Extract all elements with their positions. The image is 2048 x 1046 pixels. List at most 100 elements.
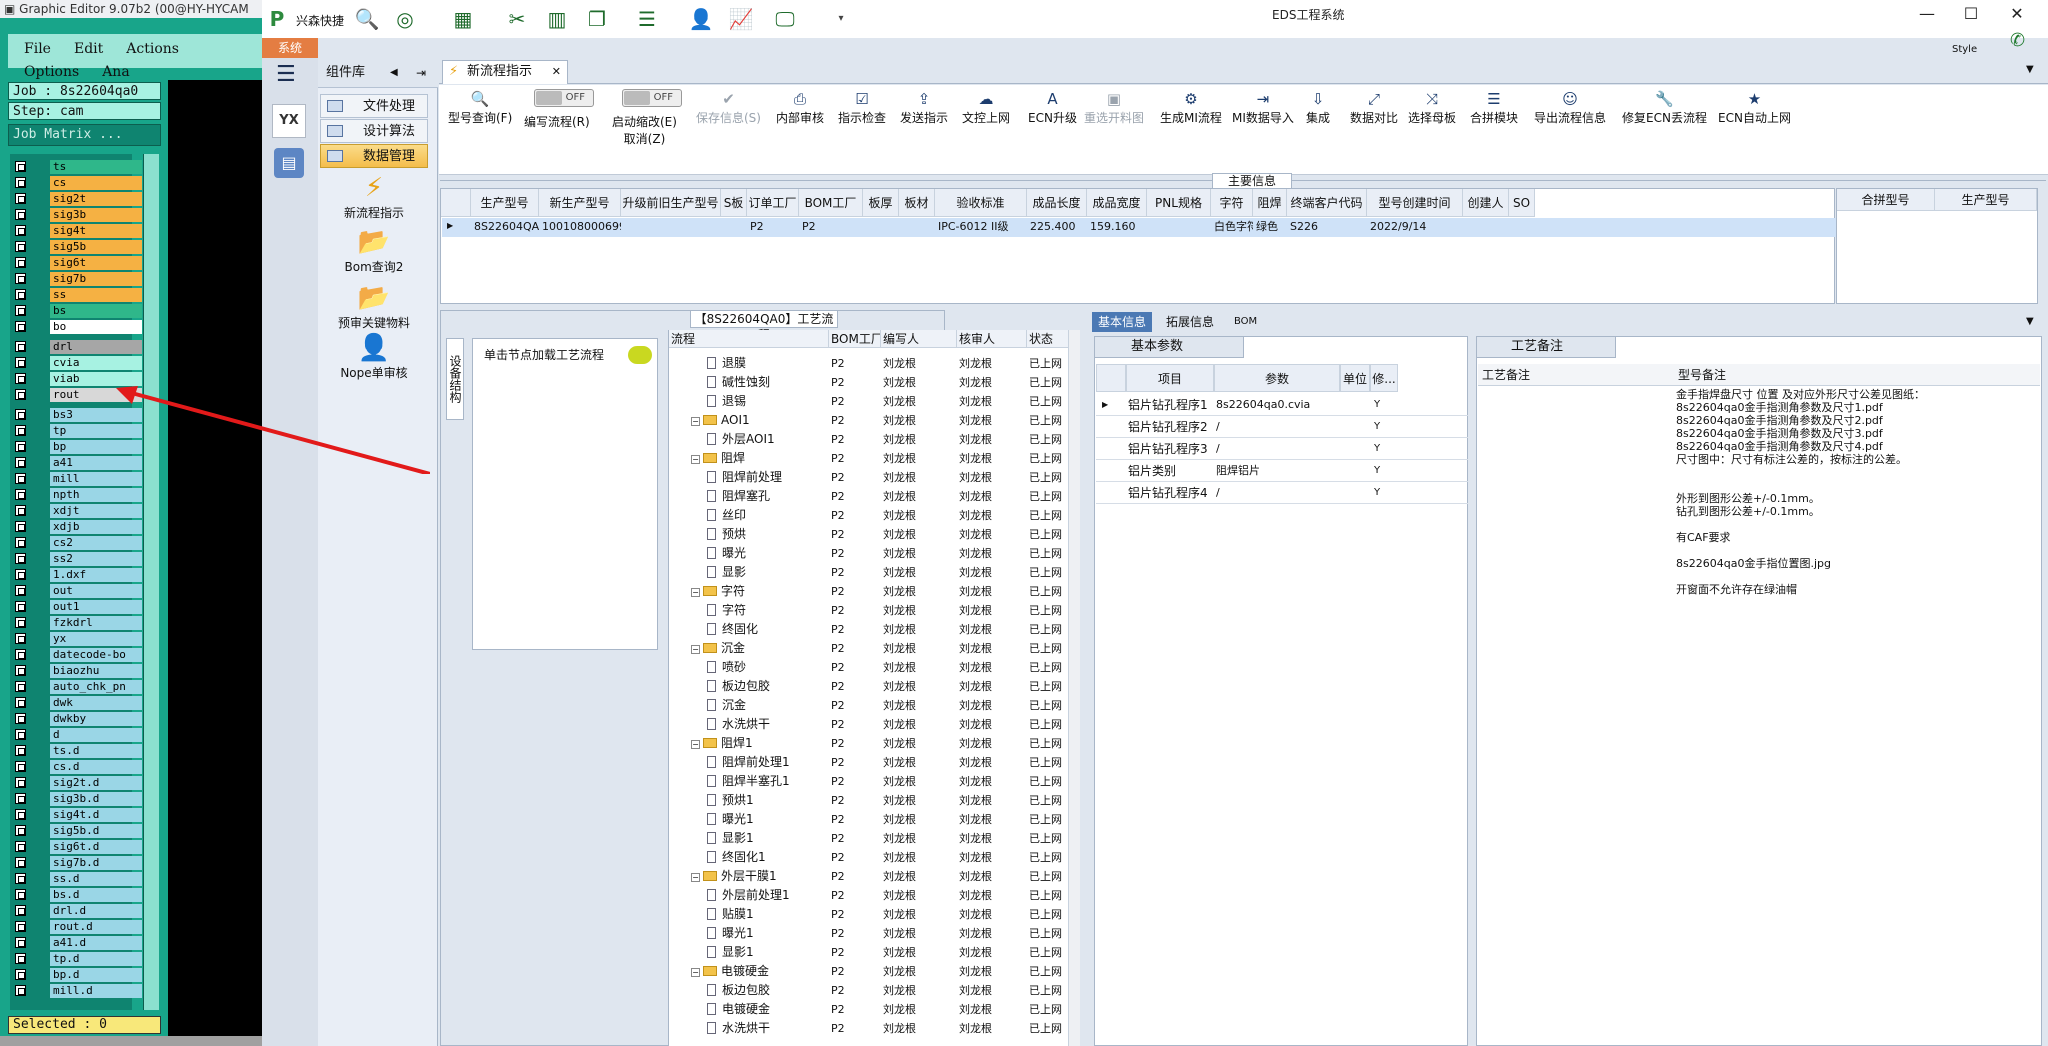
collapse-icon[interactable]: − [691, 588, 700, 597]
job-matrix-button[interactable]: Job Matrix ... [8, 124, 161, 146]
sidebar-big-item[interactable]: 📂 Bom查询2 [320, 226, 428, 275]
layer-row[interactable]: yx [13, 632, 142, 646]
layer-checkbox[interactable] [15, 905, 26, 916]
hamburger-icon[interactable]: ☰ [276, 62, 296, 87]
layer-row[interactable]: a41.d [13, 936, 142, 950]
compare-button[interactable]: ⤢ 数据对比 [1350, 89, 1398, 136]
panel-splitter[interactable] [1468, 336, 1476, 1046]
calculator-icon[interactable]: ▤ [274, 148, 304, 178]
tree-node[interactable]: 退膜 P2 刘龙根 刘龙根 已上网 [669, 354, 1062, 373]
layer-checkbox[interactable] [15, 389, 26, 400]
film-icon[interactable]: ▥ [544, 6, 570, 32]
layer-checkbox[interactable] [15, 729, 26, 740]
layer-row[interactable]: dwk [13, 696, 142, 710]
monitor-icon[interactable]: 🖵 [772, 6, 798, 32]
collapse-icon[interactable]: − [691, 455, 700, 464]
tree-node[interactable]: 曝光1 P2 刘龙根 刘龙根 已上网 [669, 924, 1062, 943]
layer-row[interactable]: cs [13, 176, 142, 190]
tree-node[interactable]: 曝光 P2 刘龙根 刘龙根 已上网 [669, 544, 1062, 563]
close-icon[interactable]: ✕ [2002, 4, 2032, 26]
tab-close-icon[interactable]: ✕ [552, 61, 561, 83]
layer-row[interactable]: ss.d [13, 872, 142, 886]
layer-row[interactable]: sig7b [13, 272, 142, 286]
tree-node[interactable]: 外层前处理1 P2 刘龙根 刘龙根 已上网 [669, 886, 1062, 905]
menu-edit[interactable]: Edit [58, 34, 110, 57]
search-icon[interactable]: 🔍 [354, 6, 380, 32]
layer-row[interactable]: ts [13, 160, 142, 174]
layer-row[interactable]: ss [13, 288, 142, 302]
layer-checkbox[interactable] [15, 889, 26, 900]
layer-row[interactable]: mill.d [13, 984, 142, 998]
maximize-icon[interactable]: ☐ [1956, 4, 1986, 26]
layer-checkbox[interactable] [15, 633, 26, 644]
tree-node[interactable]: 预烘 P2 刘龙根 刘龙根 已上网 [669, 525, 1062, 544]
layer-row[interactable]: dwkby [13, 712, 142, 726]
sidebar-item-data[interactable]: 数据管理 [320, 144, 428, 168]
download-button[interactable]: ⇩ 集成 [1306, 89, 1330, 136]
print-button[interactable]: ⎙ 内部审核 [776, 89, 824, 136]
layer-row[interactable]: sig4t.d [13, 808, 142, 822]
tree-node[interactable]: 阻焊半塞孔1 P2 刘龙根 刘龙根 已上网 [669, 772, 1062, 791]
toggle-switch[interactable]: OFF [622, 89, 682, 107]
sidebar-item-file[interactable]: 文件处理 [320, 94, 428, 118]
shuffle-button[interactable]: ⤨ 选择母板 [1408, 89, 1456, 136]
layer-checkbox[interactable] [15, 321, 26, 332]
layer-checkbox[interactable] [15, 537, 26, 548]
layer-checkbox[interactable] [15, 473, 26, 484]
layer-row[interactable]: cvia [13, 356, 142, 370]
layer-checkbox[interactable] [15, 441, 26, 452]
layer-checkbox[interactable] [15, 209, 26, 220]
checklist-button[interactable]: ☑ 指示检查 [838, 89, 886, 136]
info-dropdown-icon[interactable]: ▼ [2026, 316, 2034, 327]
wrench-button[interactable]: 🔧 修复ECN丢流程 [1622, 89, 1707, 126]
arrow-left-icon[interactable]: ◀ [390, 58, 398, 88]
layer-checkbox[interactable] [15, 505, 26, 516]
tree-node[interactable]: 喷砂 P2 刘龙根 刘龙根 已上网 [669, 658, 1062, 677]
layer-checkbox[interactable] [15, 569, 26, 580]
layer-row[interactable]: drl.d [13, 904, 142, 918]
tree-node[interactable]: 电镀硬金 P2 刘龙根 刘龙根 已上网 [669, 1000, 1062, 1019]
tree-node[interactable]: 显影 P2 刘龙根 刘龙根 已上网 [669, 563, 1062, 582]
tree-node[interactable]: 碱性蚀刻 P2 刘龙根 刘龙根 已上网 [669, 373, 1062, 392]
model-notes-text[interactable]: 金手指焊盘尺寸 位置 及对应外形尺寸公差见图纸： 8s22604qa0金手指测角参… [1676, 388, 2026, 596]
layer-checkbox[interactable] [15, 161, 26, 172]
layer-row[interactable]: sig2t.d [13, 776, 142, 790]
layer-row[interactable]: sig6t [13, 256, 142, 270]
layer-checkbox[interactable] [15, 425, 26, 436]
flow-button[interactable]: ⚙ 生成MI流程 [1160, 89, 1222, 126]
toggle-switch[interactable]: OFF [534, 89, 594, 107]
tree-node[interactable]: 阻焊塞孔 P2 刘龙根 刘龙根 已上网 [669, 487, 1062, 506]
search-button[interactable]: 🔍 型号查询(F) [448, 89, 512, 136]
collapse-icon[interactable]: − [691, 740, 700, 749]
load-flow-box[interactable] [472, 338, 658, 650]
layer-row[interactable]: sig2t [13, 192, 142, 206]
menu-options[interactable]: Options [8, 57, 86, 80]
layer-checkbox[interactable] [15, 617, 26, 628]
layer-checkbox[interactable] [15, 257, 26, 268]
layer-checkbox[interactable] [15, 793, 26, 804]
collapse-icon[interactable]: − [691, 873, 700, 882]
scissors-icon[interactable]: ✂ [504, 6, 530, 32]
nav-logo-icon[interactable]: YX [272, 104, 306, 138]
globe-icon[interactable]: ◎ [392, 6, 418, 32]
sidebar-big-item[interactable]: ⚡ 新流程指示 [320, 172, 428, 221]
layer-checkbox[interactable] [15, 241, 26, 252]
layer-checkbox[interactable] [15, 289, 26, 300]
layer-row[interactable]: bo [13, 320, 142, 334]
tab-basic-info[interactable]: 基本信息 [1092, 312, 1153, 332]
layer-checkbox[interactable] [15, 857, 26, 868]
layer-checkbox[interactable] [15, 273, 26, 284]
layer-checkbox[interactable] [15, 745, 26, 756]
layer-checkbox[interactable] [15, 761, 26, 772]
collapse-icon[interactable]: − [691, 968, 700, 977]
layer-checkbox[interactable] [15, 953, 26, 964]
a-button[interactable]: A ECN升级 [1028, 89, 1077, 126]
tree-node[interactable]: 预烘1 P2 刘龙根 刘龙根 已上网 [669, 791, 1062, 810]
layer-row[interactable]: cs.d [13, 760, 142, 774]
tree-node[interactable]: − 字符 P2 刘龙根 刘龙根 已上网 [669, 582, 1062, 601]
upload-button[interactable]: ⇪ 发送指示 [900, 89, 948, 126]
table-row[interactable]: 铝片钻孔程序4 / Y [1096, 482, 1470, 504]
graphic-canvas[interactable] [168, 80, 262, 1046]
layer-checkbox[interactable] [15, 357, 26, 368]
layer-checkbox[interactable] [15, 489, 26, 500]
